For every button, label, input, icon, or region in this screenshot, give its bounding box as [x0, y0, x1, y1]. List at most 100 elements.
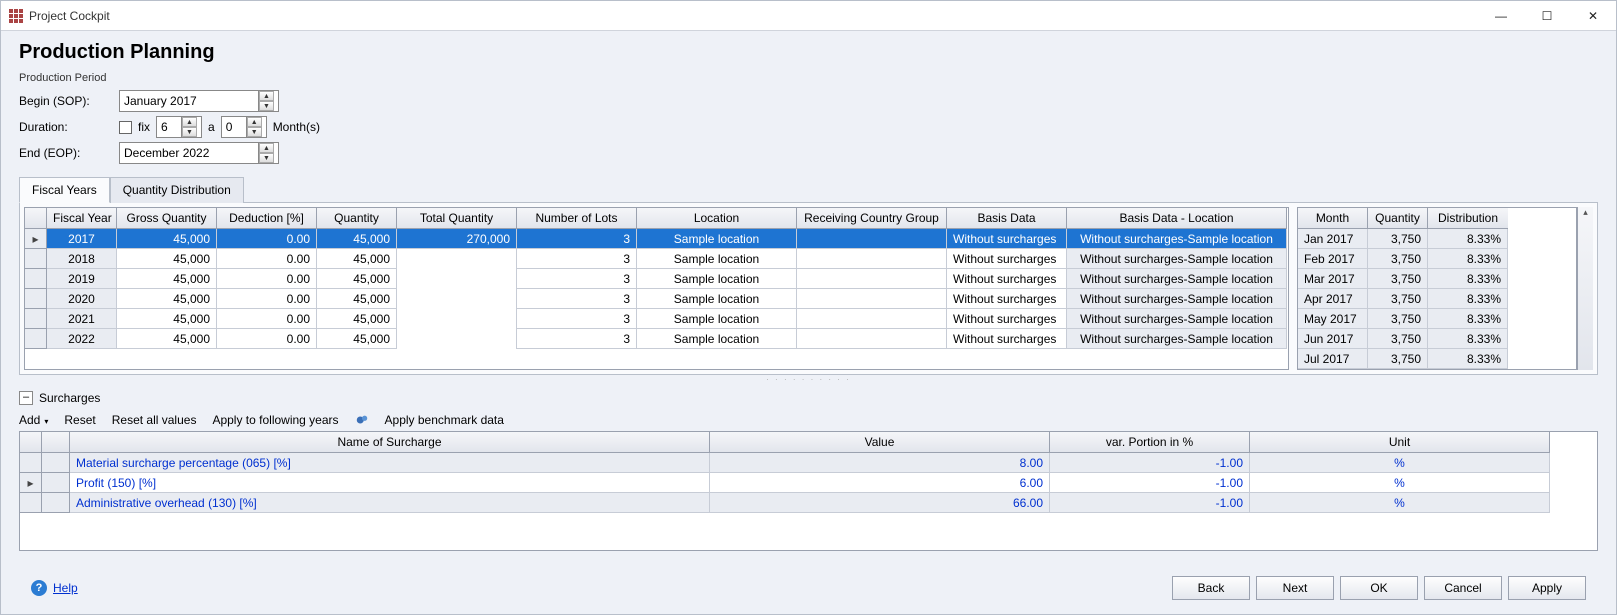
fiscal-cell[interactable] — [797, 249, 947, 269]
apply-following-button[interactable]: Apply to following years — [212, 413, 338, 427]
fiscal-cell[interactable]: 45,000 — [317, 329, 397, 349]
apply-button[interactable]: Apply — [1508, 576, 1586, 600]
fix-checkbox[interactable] — [119, 121, 132, 134]
dist-cell[interactable]: 3,750 — [1368, 229, 1428, 249]
surcharge-name[interactable]: Administrative overhead (130) [%] — [70, 493, 710, 513]
fiscal-grid[interactable]: Fiscal YearGross QuantityDeduction [%]Qu… — [24, 207, 1289, 370]
fiscal-cell[interactable]: 2018 — [47, 249, 117, 269]
table-row[interactable]: ▸Profit (150) [%]6.00-1.00% — [20, 473, 1597, 493]
fiscal-header[interactable]: Gross Quantity — [117, 208, 217, 229]
fiscal-cell[interactable]: Without surcharges — [947, 249, 1067, 269]
surcharge-header[interactable]: Value — [710, 432, 1050, 453]
duration-months-input[interactable]: 0 ▲▼ — [221, 116, 267, 138]
fiscal-cell[interactable]: 2021 — [47, 309, 117, 329]
fiscal-cell[interactable]: 0.00 — [217, 229, 317, 249]
dist-cell[interactable]: 8.33% — [1428, 249, 1508, 269]
table-row[interactable]: 202045,0000.0045,0003Sample locationWith… — [25, 289, 1288, 309]
fiscal-cell[interactable]: 0.00 — [217, 249, 317, 269]
back-button[interactable]: Back — [1172, 576, 1250, 600]
fiscal-header[interactable]: Basis Data - Location — [1067, 208, 1287, 229]
maximize-button[interactable]: ☐ — [1524, 1, 1570, 31]
fiscal-cell[interactable]: Without surcharges-Sample location — [1067, 269, 1287, 289]
dist-cell[interactable]: 3,750 — [1368, 349, 1428, 369]
surcharge-unit[interactable]: % — [1250, 453, 1550, 473]
apply-benchmark-button[interactable]: Apply benchmark data — [385, 413, 504, 427]
fiscal-cell[interactable]: 45,000 — [117, 269, 217, 289]
begin-date-spinner[interactable]: ▲▼ — [258, 91, 274, 111]
fiscal-cell[interactable]: 45,000 — [317, 309, 397, 329]
dist-cell[interactable]: 8.33% — [1428, 229, 1508, 249]
table-row[interactable]: Apr 20173,7508.33% — [1298, 289, 1576, 309]
table-row[interactable]: Administrative overhead (130) [%]66.00-1… — [20, 493, 1597, 513]
duration-years-input[interactable]: 6 ▲▼ — [156, 116, 202, 138]
add-button[interactable]: Add — [19, 413, 48, 427]
fiscal-header[interactable]: Quantity — [317, 208, 397, 229]
fiscal-cell[interactable] — [797, 229, 947, 249]
duration-years-spinner[interactable]: ▲▼ — [181, 117, 197, 137]
fiscal-header[interactable]: Receiving Country Group — [797, 208, 947, 229]
reset-all-button[interactable]: Reset all values — [112, 413, 197, 427]
fiscal-cell[interactable] — [397, 329, 517, 349]
tab-fiscal-years[interactable]: Fiscal Years — [19, 177, 110, 203]
fiscal-cell[interactable]: 3 — [517, 329, 637, 349]
fiscal-cell[interactable]: Without surcharges-Sample location — [1067, 309, 1287, 329]
reset-button[interactable]: Reset — [64, 413, 95, 427]
end-date-spinner[interactable]: ▲▼ — [258, 143, 274, 163]
surcharge-header[interactable]: Name of Surcharge — [70, 432, 710, 453]
fiscal-cell[interactable] — [797, 289, 947, 309]
dist-cell[interactable]: 8.33% — [1428, 349, 1508, 369]
fiscal-cell[interactable]: 3 — [517, 249, 637, 269]
fiscal-header[interactable]: Deduction [%] — [217, 208, 317, 229]
dist-cell[interactable]: Mar 2017 — [1298, 269, 1368, 289]
ok-button[interactable]: OK — [1340, 576, 1418, 600]
fiscal-cell[interactable]: 3 — [517, 289, 637, 309]
fiscal-cell[interactable]: 45,000 — [317, 249, 397, 269]
dist-cell[interactable]: Apr 2017 — [1298, 289, 1368, 309]
fiscal-cell[interactable]: 45,000 — [117, 309, 217, 329]
fiscal-cell[interactable]: Sample location — [637, 289, 797, 309]
fiscal-cell[interactable]: 45,000 — [317, 289, 397, 309]
fiscal-cell[interactable]: Without surcharges — [947, 269, 1067, 289]
fiscal-cell[interactable]: Without surcharges — [947, 309, 1067, 329]
dist-cell[interactable]: May 2017 — [1298, 309, 1368, 329]
dist-cell[interactable]: 8.33% — [1428, 289, 1508, 309]
table-row[interactable]: Material surcharge percentage (065) [%]8… — [20, 453, 1597, 473]
collapse-surcharges-button[interactable]: – — [19, 391, 33, 405]
dist-cell[interactable]: 3,750 — [1368, 289, 1428, 309]
splitter[interactable]: · · · · · · · · · · — [19, 375, 1598, 383]
fiscal-cell[interactable]: 0.00 — [217, 309, 317, 329]
fiscal-cell[interactable]: Without surcharges — [947, 289, 1067, 309]
table-row[interactable]: Mar 20173,7508.33% — [1298, 269, 1576, 289]
fiscal-cell[interactable]: 270,000 — [397, 229, 517, 249]
dist-header[interactable]: Month — [1298, 208, 1368, 229]
fiscal-cell[interactable]: 3 — [517, 269, 637, 289]
next-button[interactable]: Next — [1256, 576, 1334, 600]
fiscal-header[interactable]: Basis Data — [947, 208, 1067, 229]
dist-cell[interactable]: Jul 2017 — [1298, 349, 1368, 369]
fiscal-header[interactable]: Number of Lots — [517, 208, 637, 229]
fiscal-cell[interactable]: 3 — [517, 309, 637, 329]
dist-cell[interactable]: 3,750 — [1368, 309, 1428, 329]
fiscal-cell[interactable]: Without surcharges-Sample location — [1067, 229, 1287, 249]
surcharge-unit[interactable]: % — [1250, 493, 1550, 513]
surcharge-value[interactable]: 66.00 — [710, 493, 1050, 513]
dist-header[interactable]: Distribution — [1428, 208, 1508, 229]
tab-quantity-distribution[interactable]: Quantity Distribution — [110, 177, 244, 203]
table-row[interactable]: 202145,0000.0045,0003Sample locationWith… — [25, 309, 1288, 329]
table-row[interactable]: 202245,0000.0045,0003Sample locationWith… — [25, 329, 1288, 349]
fiscal-cell[interactable]: 0.00 — [217, 329, 317, 349]
surcharge-name[interactable]: Material surcharge percentage (065) [%] — [70, 453, 710, 473]
distribution-grid[interactable]: MonthQuantityDistributionJan 20173,7508.… — [1297, 207, 1577, 370]
dist-cell[interactable]: Jan 2017 — [1298, 229, 1368, 249]
cancel-button[interactable]: Cancel — [1424, 576, 1502, 600]
surcharge-grid[interactable]: Name of SurchargeValuevar. Portion in %U… — [19, 431, 1598, 551]
fiscal-cell[interactable]: 2020 — [47, 289, 117, 309]
fiscal-cell[interactable] — [797, 329, 947, 349]
surcharge-unit[interactable]: % — [1250, 473, 1550, 493]
fiscal-cell[interactable]: Without surcharges-Sample location — [1067, 249, 1287, 269]
surcharge-header[interactable]: Unit — [1250, 432, 1550, 453]
surcharge-name[interactable]: Profit (150) [%] — [70, 473, 710, 493]
table-row[interactable]: May 20173,7508.33% — [1298, 309, 1576, 329]
table-row[interactable]: Feb 20173,7508.33% — [1298, 249, 1576, 269]
fiscal-cell[interactable]: Sample location — [637, 329, 797, 349]
